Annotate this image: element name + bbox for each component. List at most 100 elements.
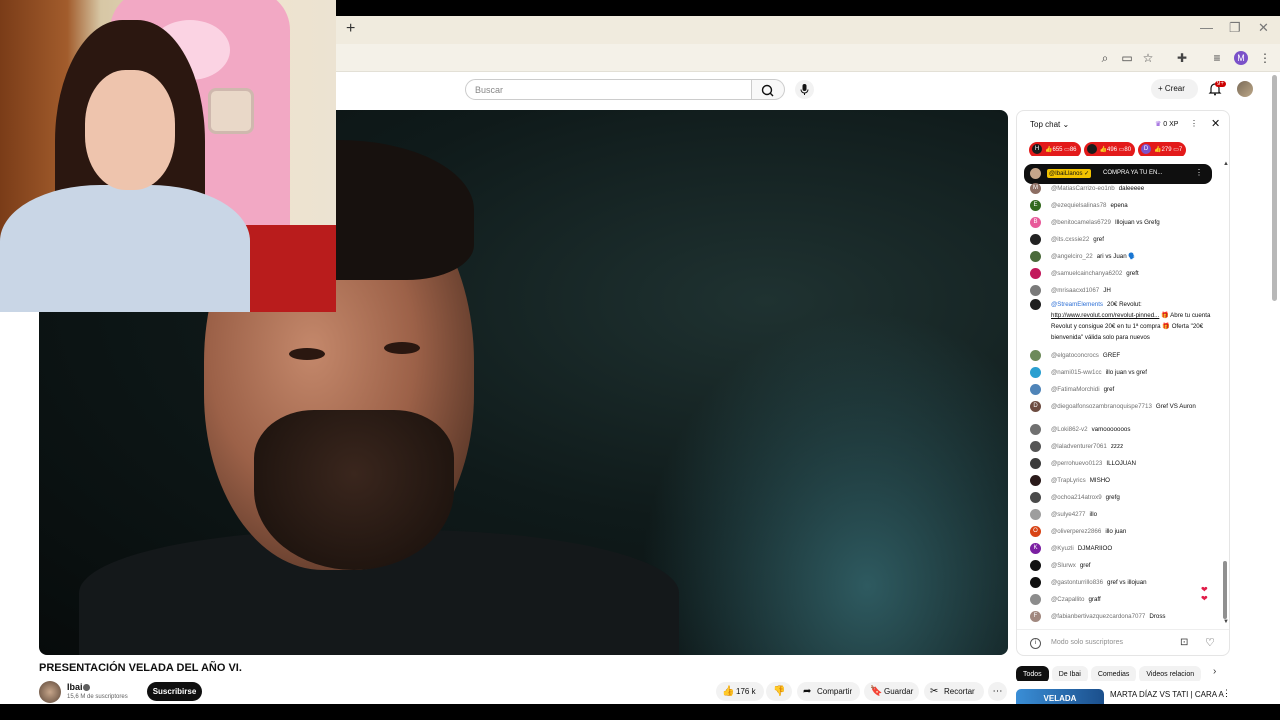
xp-indicator[interactable]: ♛ 0 XP: [1155, 120, 1178, 128]
chat-username[interactable]: @perrohuevo0123: [1051, 460, 1102, 467]
extensions-icon[interactable]: ✚: [1174, 50, 1190, 66]
browser-profile-avatar[interactable]: M: [1234, 51, 1248, 65]
chat-avatar[interactable]: M: [1030, 183, 1041, 194]
voice-search-button[interactable]: [795, 80, 814, 99]
chat-avatar[interactable]: [1030, 299, 1041, 310]
chat-text: epena: [1110, 202, 1128, 209]
zoom-icon[interactable]: ⌕: [1097, 50, 1113, 66]
chat-avatar[interactable]: [1030, 560, 1041, 571]
chat-avatar[interactable]: [1030, 509, 1041, 520]
chat-username[interactable]: @samuelcainchanya6202: [1051, 270, 1122, 277]
chat-avatar[interactable]: [1030, 441, 1041, 452]
chat-username[interactable]: @FatimaMorchidi: [1051, 386, 1100, 393]
chevron-right-icon[interactable]: ›: [1213, 666, 1216, 677]
recommended-title[interactable]: MARTA DÍAZ VS TATI | CARA A: [1110, 690, 1224, 699]
chat-username[interactable]: @elgatoconcrocs: [1051, 352, 1099, 359]
poll-pill[interactable]: D 👍279 ▭7: [1138, 142, 1187, 156]
chat-mode-dropdown[interactable]: Top chat ⌄: [1030, 120, 1069, 129]
more-actions-button[interactable]: ⋯: [988, 682, 1007, 701]
save-button[interactable]: 🔖 Guardar: [864, 682, 919, 701]
chat-username[interactable]: @oliverperez2866: [1051, 528, 1101, 535]
chat-avatar[interactable]: E: [1030, 200, 1041, 211]
chat-username[interactable]: @Loki862-v2: [1051, 426, 1088, 433]
chat-username[interactable]: @fabianbertivazquezcardona7077: [1051, 613, 1145, 620]
chat-username[interactable]: @ezequielsalinas78: [1051, 202, 1106, 209]
chat-scroll-up-icon[interactable]: ▲: [1223, 161, 1229, 167]
chat-avatar[interactable]: [1030, 251, 1041, 262]
cast-icon[interactable]: ▭: [1119, 50, 1135, 66]
chat-input-placeholder[interactable]: Modo solo suscriptores: [1051, 639, 1123, 646]
gift-icon[interactable]: ⊡: [1180, 637, 1188, 648]
chat-username[interactable]: @benitocamelas6729: [1051, 219, 1111, 226]
chat-username[interactable]: @ochoa214atrox9: [1051, 494, 1102, 501]
channel-name[interactable]: Ibai: [67, 682, 83, 692]
chat-avatar[interactable]: B: [1030, 217, 1041, 228]
account-avatar[interactable]: [1237, 81, 1253, 97]
chat-username[interactable]: @Slurwx: [1051, 562, 1076, 569]
subscribe-button[interactable]: Suscribirse: [147, 682, 202, 701]
close-window-icon[interactable]: ✕: [1258, 20, 1269, 36]
chat-username[interactable]: @TrapLyrics: [1051, 477, 1086, 484]
chat-avatar[interactable]: [1030, 424, 1041, 435]
chat-avatar[interactable]: [1030, 594, 1041, 605]
close-chat-icon[interactable]: ✕: [1211, 117, 1220, 130]
clip-button[interactable]: ✂ Recortar: [924, 682, 984, 701]
chat-scrollbar[interactable]: [1223, 561, 1227, 619]
chat-avatar[interactable]: [1030, 384, 1041, 395]
search-input[interactable]: Buscar: [465, 79, 752, 100]
chat-link[interactable]: http://www.revolut.com/revolut-pinned...: [1051, 312, 1159, 319]
chat-avatar[interactable]: F: [1030, 611, 1041, 622]
pill-likes: 496: [1107, 147, 1118, 153]
chat-avatar[interactable]: [1030, 350, 1041, 361]
chat-avatar[interactable]: [1030, 492, 1041, 503]
channel-avatar[interactable]: [39, 681, 61, 703]
new-tab-button[interactable]: +: [346, 20, 355, 38]
heart-icon[interactable]: ♡: [1205, 636, 1215, 649]
chat-avatar[interactable]: [1030, 458, 1041, 469]
share-button[interactable]: ➦ Compartir: [797, 682, 860, 701]
chat-username[interactable]: @Czapallito: [1051, 596, 1084, 603]
filter-chip[interactable]: Videos relacion: [1139, 666, 1202, 681]
chat-menu-icon[interactable]: ⋮: [1190, 119, 1198, 128]
info-icon[interactable]: i: [1030, 638, 1041, 649]
chat-username[interactable]: @its.cxssie22: [1051, 236, 1089, 243]
chat-username[interactable]: @angelciro_22: [1051, 253, 1093, 260]
filter-chip[interactable]: Comedias: [1090, 666, 1137, 681]
pinned-menu-icon[interactable]: ⋮: [1195, 168, 1203, 177]
chat-username[interactable]: @diegoalfonsozambranoquispe7713: [1051, 403, 1152, 410]
chat-username[interactable]: @nami015-ww1cc: [1051, 369, 1102, 376]
poll-pill[interactable]: H 👍655 ▭86: [1029, 142, 1081, 156]
chat-avatar[interactable]: [1030, 234, 1041, 245]
search-button[interactable]: [752, 79, 785, 100]
restore-icon[interactable]: ❐: [1229, 20, 1241, 36]
chat-username[interactable]: @Kyuzli: [1051, 545, 1074, 552]
browser-menu-icon[interactable]: ⋮: [1257, 50, 1273, 66]
chat-username[interactable]: @MatiasCarrizo-eo1nb: [1051, 185, 1115, 192]
page-scrollbar[interactable]: [1272, 75, 1277, 301]
chat-username[interactable]: @sulye4277: [1051, 511, 1086, 518]
chat-username[interactable]: @laladventurer7061: [1051, 443, 1107, 450]
chat-avatar[interactable]: K: [1030, 543, 1041, 554]
create-button[interactable]: + Crear: [1151, 79, 1198, 99]
chat-username[interactable]: @mrisaacxd1067: [1051, 287, 1099, 294]
chat-username[interactable]: @gastonturrillo836: [1051, 579, 1103, 586]
dislike-button[interactable]: 👎: [766, 682, 792, 701]
chat-scroll-down-icon[interactable]: ▼: [1223, 619, 1229, 625]
recommended-menu-icon[interactable]: ⋮: [1222, 688, 1231, 699]
chat-avatar[interactable]: [1030, 268, 1041, 279]
chat-avatar[interactable]: [1030, 285, 1041, 296]
chat-avatar[interactable]: O: [1030, 526, 1041, 537]
chat-avatar[interactable]: [1030, 367, 1041, 378]
poll-pill[interactable]: 👍496 ▭80: [1083, 142, 1136, 156]
chat-avatar[interactable]: [1030, 475, 1041, 486]
like-button[interactable]: 👍 176 k: [716, 682, 764, 701]
chat-avatar[interactable]: D: [1030, 401, 1041, 412]
bookmark-star-icon[interactable]: ☆: [1140, 50, 1156, 66]
chat-avatar[interactable]: [1030, 577, 1041, 588]
filter-chip[interactable]: Todos: [1016, 666, 1049, 681]
minimize-icon[interactable]: —: [1200, 20, 1213, 35]
chat-username[interactable]: @StreamElements: [1051, 301, 1103, 308]
pinned-message[interactable]: @IbaiLlanos ✓ COMPRA YA TU EN... ⋮: [1024, 164, 1212, 184]
filter-chip[interactable]: De Ibai: [1051, 666, 1088, 681]
media-icon[interactable]: ≡: [1209, 50, 1225, 66]
